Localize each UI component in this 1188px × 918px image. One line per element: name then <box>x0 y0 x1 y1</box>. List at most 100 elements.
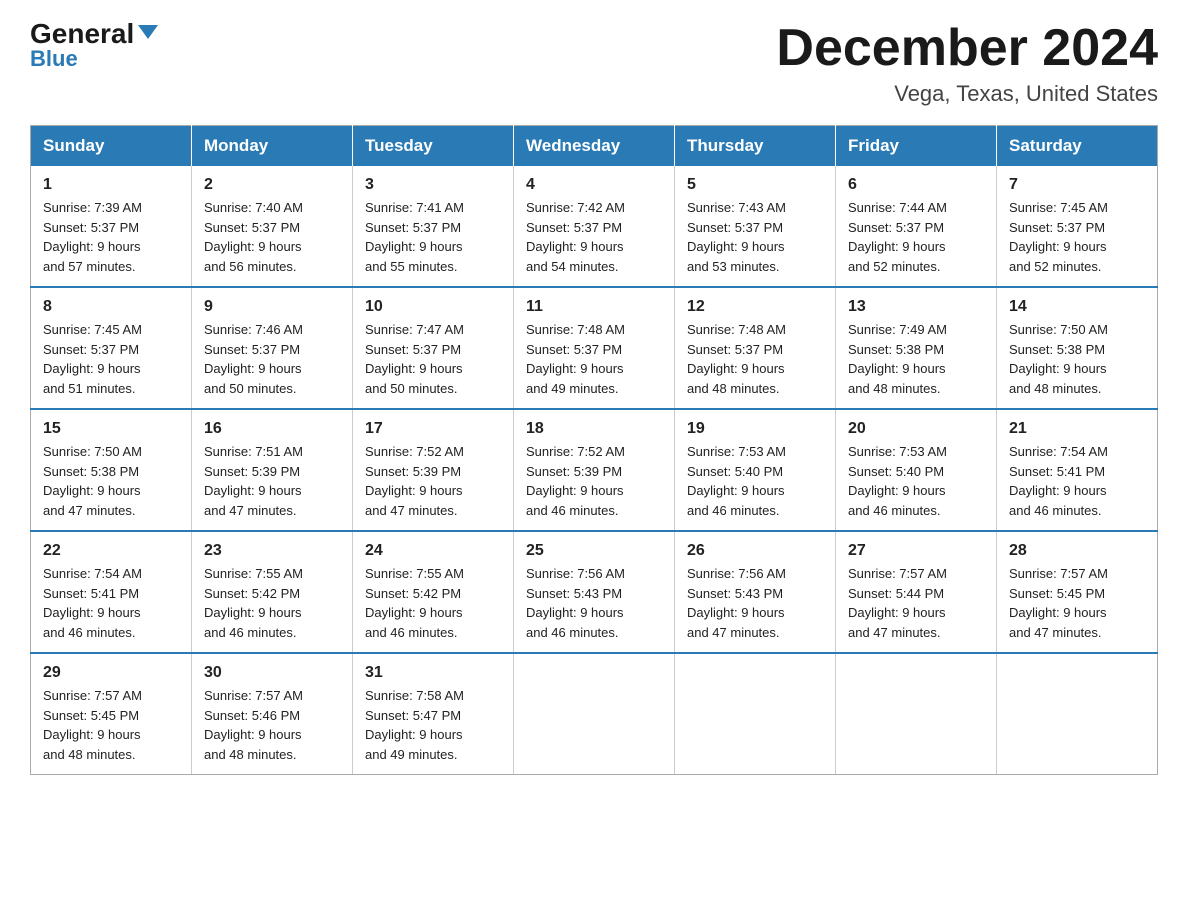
day-info: Sunrise: 7:45 AM Sunset: 5:37 PM Dayligh… <box>1009 198 1145 276</box>
day-number: 6 <box>848 176 984 194</box>
week-row-2: 8 Sunrise: 7:45 AM Sunset: 5:37 PM Dayli… <box>31 287 1158 409</box>
calendar-cell: 14 Sunrise: 7:50 AM Sunset: 5:38 PM Dayl… <box>997 287 1158 409</box>
calendar-cell: 6 Sunrise: 7:44 AM Sunset: 5:37 PM Dayli… <box>836 166 997 287</box>
week-row-5: 29 Sunrise: 7:57 AM Sunset: 5:45 PM Dayl… <box>31 653 1158 775</box>
day-info: Sunrise: 7:53 AM Sunset: 5:40 PM Dayligh… <box>848 442 984 520</box>
day-number: 9 <box>204 298 340 316</box>
day-number: 11 <box>526 298 662 316</box>
day-number: 12 <box>687 298 823 316</box>
day-number: 26 <box>687 542 823 560</box>
day-info: Sunrise: 7:49 AM Sunset: 5:38 PM Dayligh… <box>848 320 984 398</box>
day-info: Sunrise: 7:48 AM Sunset: 5:37 PM Dayligh… <box>687 320 823 398</box>
calendar-cell: 21 Sunrise: 7:54 AM Sunset: 5:41 PM Dayl… <box>997 409 1158 531</box>
day-info: Sunrise: 7:46 AM Sunset: 5:37 PM Dayligh… <box>204 320 340 398</box>
day-number: 2 <box>204 176 340 194</box>
day-number: 15 <box>43 420 179 438</box>
day-info: Sunrise: 7:56 AM Sunset: 5:43 PM Dayligh… <box>687 564 823 642</box>
calendar-cell: 12 Sunrise: 7:48 AM Sunset: 5:37 PM Dayl… <box>675 287 836 409</box>
day-info: Sunrise: 7:57 AM Sunset: 5:46 PM Dayligh… <box>204 686 340 764</box>
calendar-cell: 17 Sunrise: 7:52 AM Sunset: 5:39 PM Dayl… <box>353 409 514 531</box>
day-number: 18 <box>526 420 662 438</box>
day-info: Sunrise: 7:42 AM Sunset: 5:37 PM Dayligh… <box>526 198 662 276</box>
calendar-body: 1 Sunrise: 7:39 AM Sunset: 5:37 PM Dayli… <box>31 166 1158 775</box>
day-info: Sunrise: 7:50 AM Sunset: 5:38 PM Dayligh… <box>1009 320 1145 398</box>
day-info: Sunrise: 7:53 AM Sunset: 5:40 PM Dayligh… <box>687 442 823 520</box>
calendar-cell: 1 Sunrise: 7:39 AM Sunset: 5:37 PM Dayli… <box>31 166 192 287</box>
calendar-cell: 22 Sunrise: 7:54 AM Sunset: 5:41 PM Dayl… <box>31 531 192 653</box>
header-friday: Friday <box>836 126 997 167</box>
day-info: Sunrise: 7:43 AM Sunset: 5:37 PM Dayligh… <box>687 198 823 276</box>
day-number: 29 <box>43 664 179 682</box>
calendar-cell: 20 Sunrise: 7:53 AM Sunset: 5:40 PM Dayl… <box>836 409 997 531</box>
day-number: 31 <box>365 664 501 682</box>
calendar-cell: 8 Sunrise: 7:45 AM Sunset: 5:37 PM Dayli… <box>31 287 192 409</box>
week-row-1: 1 Sunrise: 7:39 AM Sunset: 5:37 PM Dayli… <box>31 166 1158 287</box>
day-number: 3 <box>365 176 501 194</box>
calendar-cell <box>675 653 836 775</box>
calendar-cell: 27 Sunrise: 7:57 AM Sunset: 5:44 PM Dayl… <box>836 531 997 653</box>
calendar-cell: 2 Sunrise: 7:40 AM Sunset: 5:37 PM Dayli… <box>192 166 353 287</box>
day-info: Sunrise: 7:45 AM Sunset: 5:37 PM Dayligh… <box>43 320 179 398</box>
day-number: 20 <box>848 420 984 438</box>
header-wednesday: Wednesday <box>514 126 675 167</box>
day-number: 22 <box>43 542 179 560</box>
calendar-cell: 29 Sunrise: 7:57 AM Sunset: 5:45 PM Dayl… <box>31 653 192 775</box>
week-row-3: 15 Sunrise: 7:50 AM Sunset: 5:38 PM Dayl… <box>31 409 1158 531</box>
day-number: 10 <box>365 298 501 316</box>
title-section: December 2024 Vega, Texas, United States <box>776 20 1158 107</box>
day-number: 16 <box>204 420 340 438</box>
calendar-cell: 13 Sunrise: 7:49 AM Sunset: 5:38 PM Dayl… <box>836 287 997 409</box>
location-title: Vega, Texas, United States <box>776 81 1158 107</box>
day-info: Sunrise: 7:52 AM Sunset: 5:39 PM Dayligh… <box>526 442 662 520</box>
logo-general: General <box>30 20 158 48</box>
calendar-cell: 25 Sunrise: 7:56 AM Sunset: 5:43 PM Dayl… <box>514 531 675 653</box>
calendar-cell: 19 Sunrise: 7:53 AM Sunset: 5:40 PM Dayl… <box>675 409 836 531</box>
day-number: 19 <box>687 420 823 438</box>
day-info: Sunrise: 7:54 AM Sunset: 5:41 PM Dayligh… <box>43 564 179 642</box>
day-number: 24 <box>365 542 501 560</box>
day-number: 13 <box>848 298 984 316</box>
day-info: Sunrise: 7:48 AM Sunset: 5:37 PM Dayligh… <box>526 320 662 398</box>
day-info: Sunrise: 7:55 AM Sunset: 5:42 PM Dayligh… <box>204 564 340 642</box>
calendar-cell: 18 Sunrise: 7:52 AM Sunset: 5:39 PM Dayl… <box>514 409 675 531</box>
day-number: 14 <box>1009 298 1145 316</box>
day-info: Sunrise: 7:44 AM Sunset: 5:37 PM Dayligh… <box>848 198 984 276</box>
header-sunday: Sunday <box>31 126 192 167</box>
calendar-cell: 7 Sunrise: 7:45 AM Sunset: 5:37 PM Dayli… <box>997 166 1158 287</box>
day-info: Sunrise: 7:57 AM Sunset: 5:45 PM Dayligh… <box>43 686 179 764</box>
header-saturday: Saturday <box>997 126 1158 167</box>
day-number: 1 <box>43 176 179 194</box>
day-info: Sunrise: 7:55 AM Sunset: 5:42 PM Dayligh… <box>365 564 501 642</box>
day-info: Sunrise: 7:50 AM Sunset: 5:38 PM Dayligh… <box>43 442 179 520</box>
calendar-cell: 30 Sunrise: 7:57 AM Sunset: 5:46 PM Dayl… <box>192 653 353 775</box>
day-info: Sunrise: 7:52 AM Sunset: 5:39 PM Dayligh… <box>365 442 501 520</box>
calendar-cell: 11 Sunrise: 7:48 AM Sunset: 5:37 PM Dayl… <box>514 287 675 409</box>
calendar-cell: 5 Sunrise: 7:43 AM Sunset: 5:37 PM Dayli… <box>675 166 836 287</box>
day-info: Sunrise: 7:58 AM Sunset: 5:47 PM Dayligh… <box>365 686 501 764</box>
day-info: Sunrise: 7:41 AM Sunset: 5:37 PM Dayligh… <box>365 198 501 276</box>
week-row-4: 22 Sunrise: 7:54 AM Sunset: 5:41 PM Dayl… <box>31 531 1158 653</box>
day-info: Sunrise: 7:56 AM Sunset: 5:43 PM Dayligh… <box>526 564 662 642</box>
month-title: December 2024 <box>776 20 1158 77</box>
day-info: Sunrise: 7:40 AM Sunset: 5:37 PM Dayligh… <box>204 198 340 276</box>
calendar-cell <box>997 653 1158 775</box>
day-number: 30 <box>204 664 340 682</box>
day-number: 28 <box>1009 542 1145 560</box>
day-number: 4 <box>526 176 662 194</box>
calendar-cell: 28 Sunrise: 7:57 AM Sunset: 5:45 PM Dayl… <box>997 531 1158 653</box>
calendar-cell: 4 Sunrise: 7:42 AM Sunset: 5:37 PM Dayli… <box>514 166 675 287</box>
calendar-header-row: SundayMondayTuesdayWednesdayThursdayFrid… <box>31 126 1158 167</box>
header-monday: Monday <box>192 126 353 167</box>
day-info: Sunrise: 7:39 AM Sunset: 5:37 PM Dayligh… <box>43 198 179 276</box>
calendar-cell: 31 Sunrise: 7:58 AM Sunset: 5:47 PM Dayl… <box>353 653 514 775</box>
day-number: 8 <box>43 298 179 316</box>
calendar-cell <box>514 653 675 775</box>
day-info: Sunrise: 7:47 AM Sunset: 5:37 PM Dayligh… <box>365 320 501 398</box>
page-header: General Blue December 2024 Vega, Texas, … <box>30 20 1158 107</box>
day-number: 21 <box>1009 420 1145 438</box>
day-info: Sunrise: 7:57 AM Sunset: 5:44 PM Dayligh… <box>848 564 984 642</box>
day-info: Sunrise: 7:51 AM Sunset: 5:39 PM Dayligh… <box>204 442 340 520</box>
calendar-cell: 23 Sunrise: 7:55 AM Sunset: 5:42 PM Dayl… <box>192 531 353 653</box>
calendar-cell <box>836 653 997 775</box>
day-number: 27 <box>848 542 984 560</box>
